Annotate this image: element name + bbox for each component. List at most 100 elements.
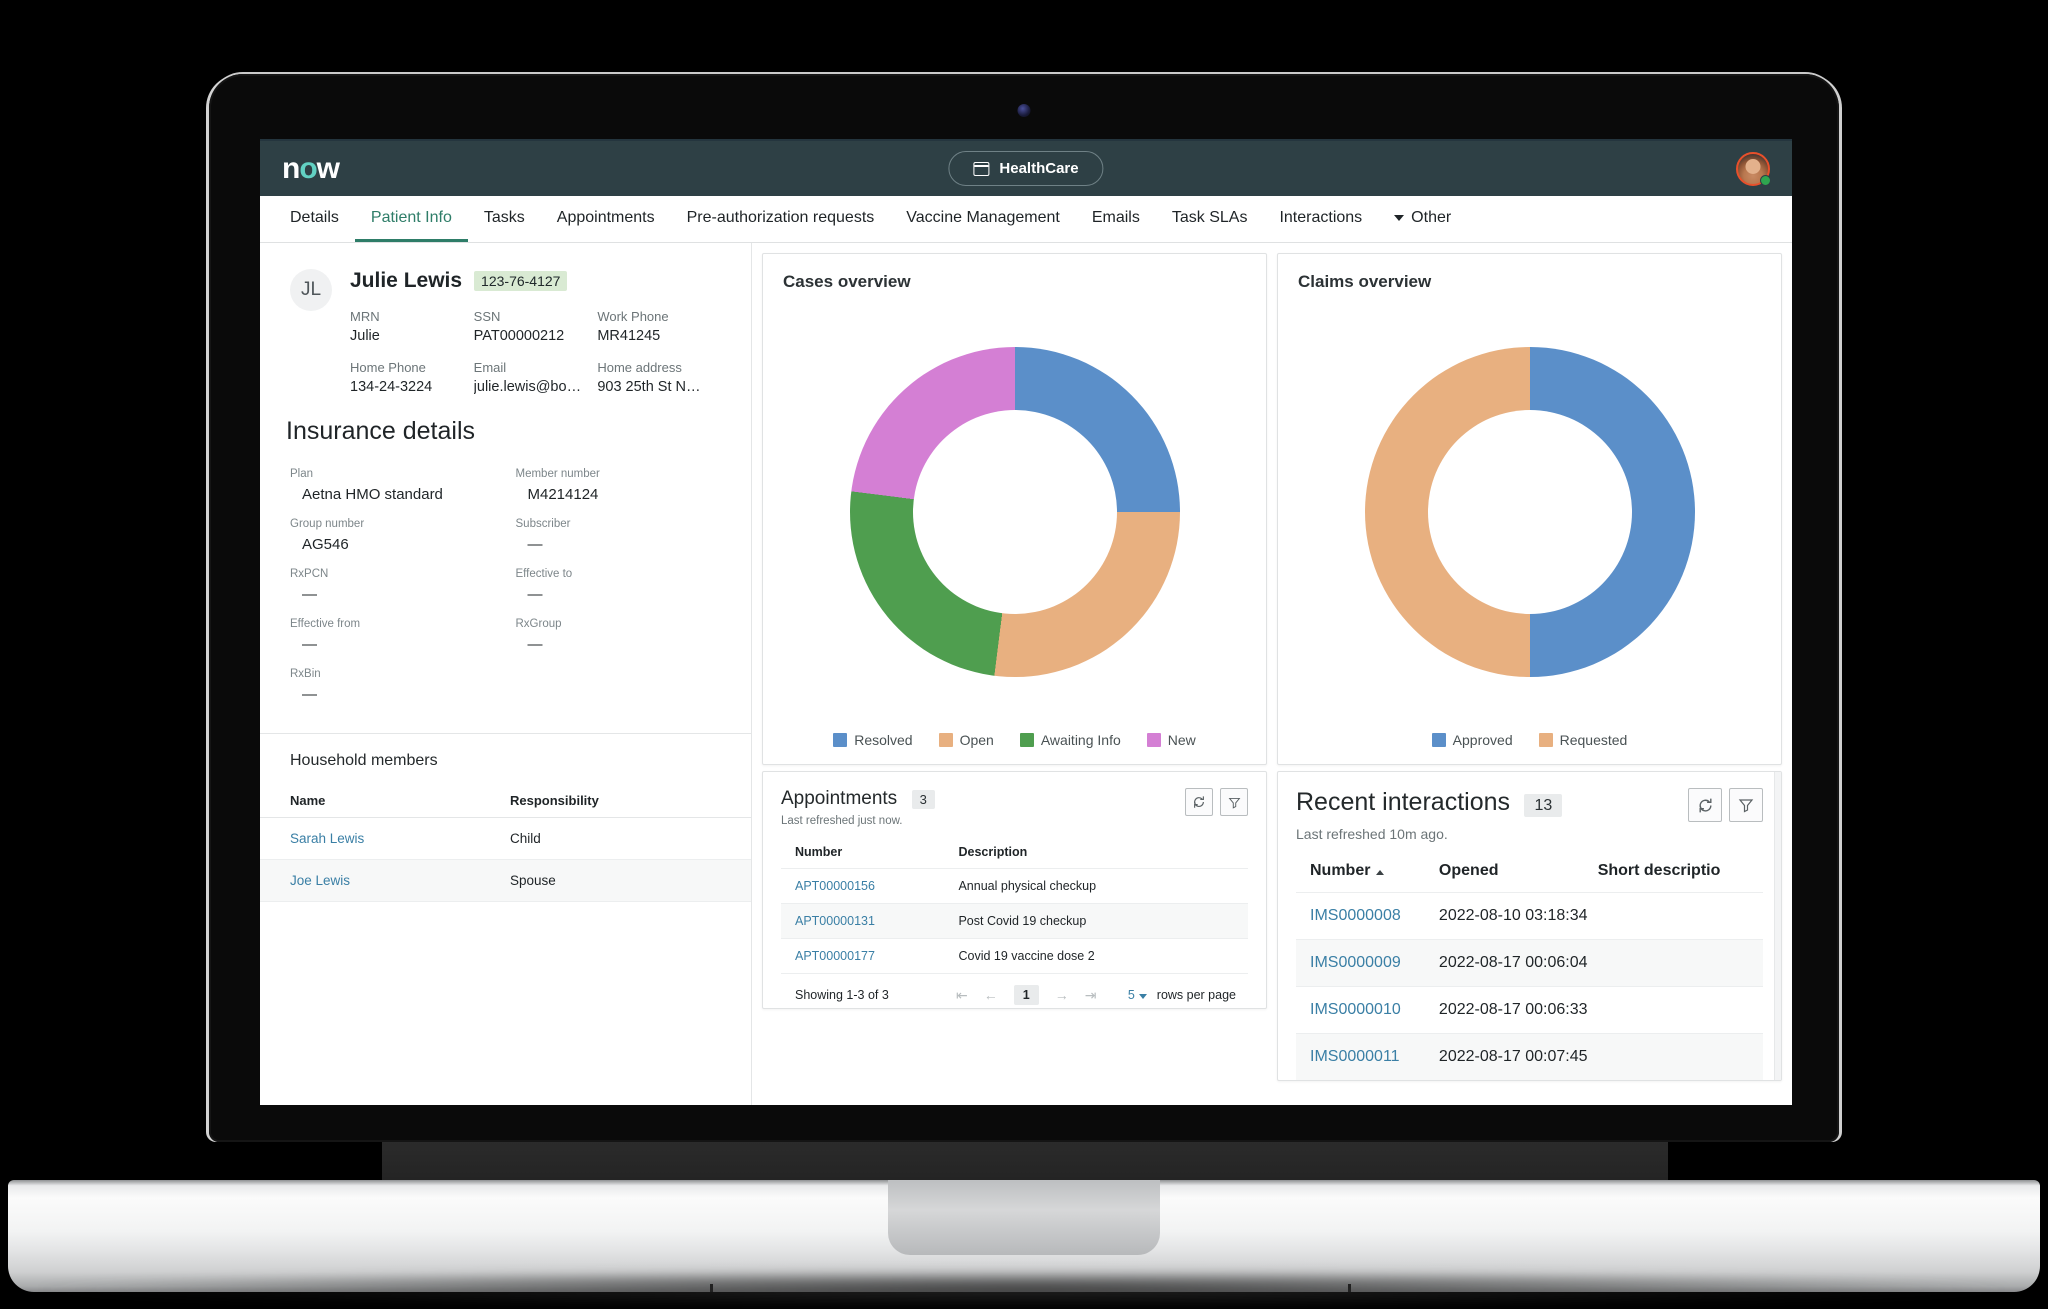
table-row[interactable]: IMS0000009 2022-08-17 00:06:04 — [1296, 939, 1763, 987]
tab-vaccine-management[interactable]: Vaccine Management — [890, 196, 1076, 242]
field-value: M4214124 — [527, 486, 599, 503]
field-label: Subscriber — [515, 518, 571, 530]
field-value: — — [527, 586, 543, 603]
field-value: julie.lewis@boxeo.com — [473, 379, 588, 395]
lists-row: Appointments 3 Last refreshed just now. — [752, 765, 1792, 1091]
patient-field: MRN Julie — [350, 309, 474, 344]
claims-donut-chart[interactable] — [1364, 347, 1695, 677]
table-row[interactable]: IMS0000010 2022-08-17 00:06:33 — [1296, 986, 1763, 1034]
column-header[interactable]: Opened — [1439, 854, 1598, 893]
tab-details[interactable]: Details — [274, 196, 355, 242]
tab-appointments[interactable]: Appointments — [541, 196, 671, 242]
cases-legend-item[interactable]: Awaiting Info — [1019, 732, 1121, 748]
appointments-title: Appointments — [781, 788, 898, 809]
servicenow-logo[interactable]: now — [282, 153, 340, 184]
appointment-number-cell: APT00000131 — [781, 903, 959, 939]
appointment-link[interactable]: APT00000177 — [795, 949, 875, 963]
patient-field: Work Phone MR41245 — [597, 309, 721, 344]
column-header[interactable]: Number — [781, 839, 958, 869]
patient-field: SSN PAT00000212 — [474, 309, 598, 344]
appointments-table: Number Description APT00000156 Annual phys… — [781, 839, 1248, 973]
interaction-number-cell: IMS0000010 — [1296, 986, 1439, 1034]
cases-legend-item[interactable]: Open — [938, 732, 994, 748]
app-switcher-pill[interactable]: HealthCare — [948, 151, 1104, 186]
filter-icon[interactable] — [1220, 788, 1248, 816]
patient-field: Home Phone 134-24-3224 — [350, 360, 474, 395]
pager-first-button[interactable]: ⇤ — [956, 987, 968, 1004]
interaction-link[interactable]: IMS0000009 — [1310, 954, 1401, 971]
member-link[interactable]: Joe Lewis — [290, 873, 350, 888]
column-header-label: Opened — [1438, 862, 1499, 879]
window-icon — [973, 161, 990, 176]
table-row[interactable]: APT00000131 Post Covid 19 checkup — [781, 903, 1248, 939]
member-link[interactable]: Sarah Lewis — [290, 831, 364, 846]
interaction-number-cell: IMS0000012 — [1296, 1081, 1439, 1082]
patient-field: Email julie.lewis@boxeo.com — [474, 360, 598, 395]
tab-tasks[interactable]: Tasks — [468, 196, 541, 242]
field-label: SSN — [473, 309, 501, 324]
field-label: Plan — [290, 468, 314, 480]
tab-pre-authorization-requests[interactable]: Pre-authorization requests — [671, 196, 891, 242]
legend-label: Awaiting Info — [1040, 732, 1121, 748]
column-header[interactable]: Responsibility — [510, 784, 751, 818]
column-header[interactable]: Name — [260, 784, 510, 818]
field-label: Work Phone — [597, 309, 669, 324]
column-header[interactable]: Short descriptio — [1598, 854, 1763, 893]
claims-legend-item[interactable]: Requested — [1538, 732, 1627, 748]
column-header[interactable]: Number — [1296, 854, 1439, 893]
interaction-link[interactable]: IMS0000011 — [1310, 1048, 1400, 1065]
rows-per-page-value: 5 — [1127, 988, 1135, 1002]
column-header[interactable]: Description — [958, 839, 1248, 869]
table-row[interactable]: IMS0000008 2022-08-10 03:18:34 — [1296, 892, 1763, 940]
table-header-row: Name Responsibility — [260, 784, 751, 818]
table-header-row: Number Opened Short descriptio — [1296, 854, 1763, 893]
appointment-link[interactable]: APT00000131 — [795, 914, 875, 928]
field-label: Effective from — [290, 618, 361, 630]
refresh-icon[interactable] — [1185, 788, 1213, 816]
interactions-count-badge: 13 — [1524, 793, 1563, 817]
tab-bar: Details Patient Info Tasks Appointments Pre-… — [260, 196, 1792, 243]
interaction-description-cell — [1597, 986, 1763, 1034]
rows-per-page-select[interactable]: 5 — [1128, 988, 1147, 1002]
filter-icon[interactable] — [1729, 788, 1763, 822]
tab-task-slas[interactable]: Task SLAs — [1156, 196, 1264, 242]
claims-legend-item[interactable]: Approved — [1431, 732, 1513, 748]
table-row[interactable]: APT00000177 Covid 19 vaccine dose 2 — [781, 938, 1248, 973]
table-row[interactable]: IMS0000011 2022-08-17 00:07:45 — [1296, 1033, 1763, 1080]
avatar[interactable] — [1736, 151, 1771, 186]
cases-donut-chart[interactable] — [849, 347, 1180, 677]
interaction-link[interactable]: IMS0000010 — [1310, 1001, 1401, 1018]
claims-overview-card: Claims overview Approved Requested — [1277, 253, 1782, 765]
interactions-table: Number Opened Short descriptio IMS0000008 2… — [1296, 854, 1763, 1082]
legend-label: Resolved — [854, 732, 913, 748]
scrollbar[interactable] — [1774, 772, 1781, 1080]
tab-other[interactable]: Other — [1378, 196, 1467, 242]
table-row[interactable]: Joe Lewis Spouse — [260, 859, 751, 902]
cases-legend-item[interactable]: New — [1146, 732, 1196, 748]
tab-label: Appointments — [556, 208, 655, 226]
insurance-field: RxGroup — — [516, 618, 722, 653]
table-row[interactable]: Sarah Lewis Child — [260, 817, 751, 860]
legend-swatch — [1538, 733, 1553, 747]
appointment-link[interactable]: APT00000156 — [795, 879, 875, 893]
insurance-field: RxBin — — [290, 668, 496, 703]
table-row[interactable]: APT00000156 Annual physical checkup — [781, 868, 1248, 904]
insurance-section-title: Insurance details — [286, 417, 476, 445]
tab-patient-info[interactable]: Patient Info — [354, 196, 468, 242]
table-row[interactable]: IMS00000122022-08-17 00:08:04 — [1296, 1081, 1763, 1082]
interaction-link[interactable]: IMS0000008 — [1310, 907, 1401, 924]
interactions-refresh-status: Last refreshed 10m ago. — [1296, 826, 1448, 842]
field-label: RxGroup — [515, 618, 562, 630]
pager-next-button[interactable]: → — [1055, 987, 1069, 1003]
responsibility-cell: Child — [510, 817, 751, 860]
dashboard-panel: Cases overview Resolved Open Awaiting Info… — [752, 243, 1792, 1105]
cases-legend-item[interactable]: Resolved — [833, 732, 913, 748]
tab-emails[interactable]: Emails — [1076, 196, 1156, 242]
refresh-icon[interactable] — [1688, 788, 1722, 822]
pager-last-button[interactable]: ⇥ — [1085, 987, 1097, 1004]
tab-interactions[interactable]: Interactions — [1263, 196, 1378, 242]
pager-prev-button[interactable]: ← — [984, 987, 998, 1003]
presence-online-icon — [1760, 174, 1771, 186]
legend-label: New — [1167, 732, 1196, 748]
pager-page-number[interactable]: 1 — [1013, 985, 1039, 1005]
